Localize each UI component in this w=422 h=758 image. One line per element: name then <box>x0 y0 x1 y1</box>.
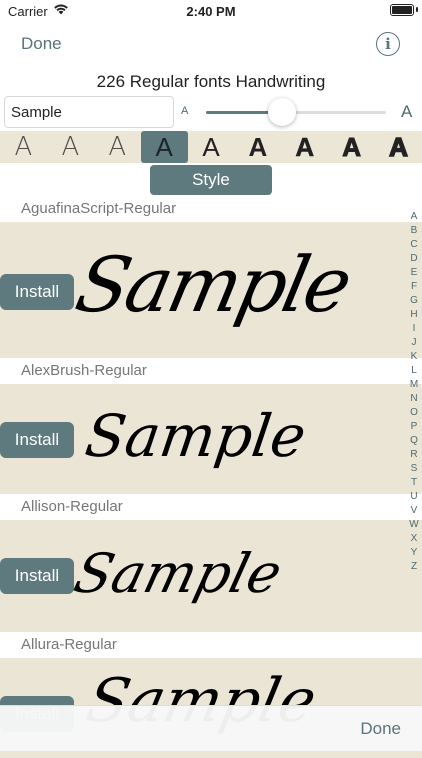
font-name-label: Allison-Regular <box>21 498 123 515</box>
size-large-label: A <box>401 102 413 121</box>
install-button[interactable]: Install <box>0 274 74 310</box>
size-slider-thumb[interactable] <box>267 98 296 126</box>
alphabet-index-letter[interactable]: F <box>407 280 421 294</box>
font-weight-selector: AAAAAAAAA <box>0 131 422 163</box>
alphabet-index-letter[interactable]: W <box>407 518 421 532</box>
size-slider[interactable] <box>206 98 386 126</box>
font-weight-option[interactable]: A <box>47 131 94 163</box>
alphabet-index-letter[interactable]: E <box>407 266 421 280</box>
alphabet-index-letter[interactable]: C <box>407 238 421 252</box>
alphabet-index-letter[interactable]: O <box>407 406 421 420</box>
install-button[interactable]: Install <box>0 558 74 594</box>
font-name-label: Allura-Regular <box>21 636 117 653</box>
font-weight-option[interactable]: A <box>188 131 235 163</box>
alphabet-index[interactable]: ABCDEFGHIJKLMNOPQRSTUVWXYZ <box>407 210 421 574</box>
font-preview-row[interactable]: Install Sample <box>0 384 422 494</box>
alphabet-index-letter[interactable]: V <box>407 504 421 518</box>
alphabet-index-letter[interactable]: Q <box>407 434 421 448</box>
font-sample-text: Sample <box>68 542 289 605</box>
alphabet-index-letter[interactable]: T <box>407 476 421 490</box>
font-weight-option[interactable]: A <box>234 131 281 163</box>
alphabet-index-letter[interactable]: D <box>407 252 421 266</box>
alphabet-index-letter[interactable]: X <box>407 532 421 546</box>
font-weight-option[interactable]: A <box>281 131 328 163</box>
alphabet-index-letter[interactable]: Z <box>407 560 421 574</box>
alphabet-index-letter[interactable]: Y <box>407 546 421 560</box>
alphabet-index-letter[interactable]: R <box>407 448 421 462</box>
alphabet-index-letter[interactable]: U <box>407 490 421 504</box>
alphabet-index-letter[interactable]: P <box>407 420 421 434</box>
font-weight-option[interactable]: A <box>94 131 141 163</box>
battery-icon <box>390 4 414 16</box>
alphabet-index-letter[interactable]: S <box>407 462 421 476</box>
done-button[interactable]: Done <box>21 34 62 54</box>
alphabet-index-letter[interactable]: I <box>407 322 421 336</box>
bottom-done-button[interactable]: Done <box>360 719 401 739</box>
alphabet-index-letter[interactable]: N <box>407 392 421 406</box>
status-bar: Carrier 2:40 PM <box>0 0 422 24</box>
font-preview-row[interactable]: Install Sample <box>0 222 422 358</box>
alphabet-index-letter[interactable]: K <box>407 350 421 364</box>
alphabet-index-letter[interactable]: L <box>407 364 421 378</box>
battery-cap <box>416 7 418 12</box>
font-name-label: AguafinaScript-Regular <box>21 200 177 217</box>
font-weight-option[interactable]: A <box>328 131 375 163</box>
font-list: AguafinaScript-Regular Install Sample Al… <box>0 196 422 758</box>
page-title: 226 Regular fonts Handwriting <box>96 72 326 91</box>
font-weight-option[interactable]: A <box>0 131 47 163</box>
font-sample-text: Sample <box>68 240 357 329</box>
alphabet-index-letter[interactable]: B <box>407 224 421 238</box>
font-sample-text: Sample <box>81 402 311 470</box>
alphabet-index-letter[interactable]: H <box>407 308 421 322</box>
alphabet-index-letter[interactable]: J <box>407 336 421 350</box>
bottom-toolbar: Done <box>0 705 422 751</box>
font-weight-option[interactable]: A <box>375 131 422 163</box>
info-icon[interactable]: i <box>376 32 400 56</box>
font-weight-option[interactable]: A <box>140 131 188 163</box>
clock: 2:40 PM <box>186 4 236 19</box>
alphabet-index-letter[interactable]: M <box>407 378 421 392</box>
alphabet-index-letter[interactable]: A <box>407 210 421 224</box>
size-small-label: A <box>181 105 189 117</box>
sample-text-input[interactable] <box>4 96 174 128</box>
font-name-label: AlexBrush-Regular <box>21 362 147 379</box>
alphabet-index-letter[interactable]: G <box>407 294 421 308</box>
style-button[interactable]: Style <box>150 165 272 195</box>
font-preview-row[interactable]: Install Sample <box>0 520 422 632</box>
install-button[interactable]: Install <box>0 422 74 458</box>
